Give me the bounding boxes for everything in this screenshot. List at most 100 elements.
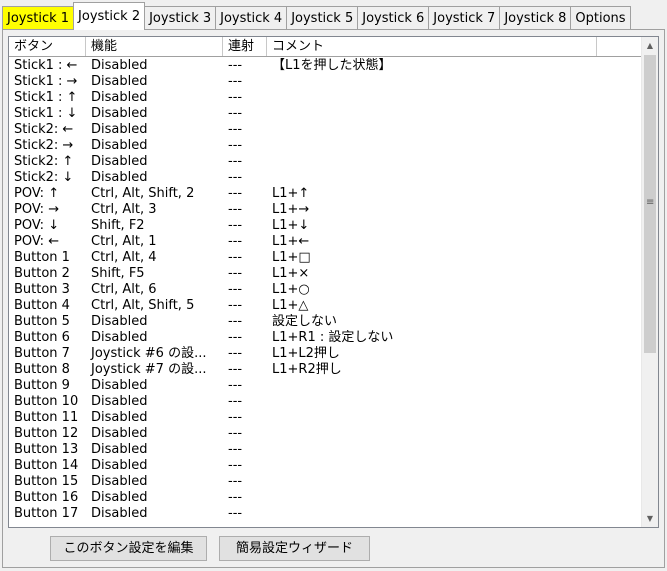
table-row[interactable]: Button 9 Disabled --- <box>9 378 641 394</box>
row-turbo-cell: --- <box>228 314 243 329</box>
row-turbo-cell: --- <box>228 234 243 249</box>
table-row[interactable]: Button 15 Disabled --- <box>9 474 641 490</box>
row-turbo-cell: --- <box>228 250 243 265</box>
row-button-cell: Stick2: → <box>14 138 74 153</box>
row-button-cell: Button 13 <box>14 442 79 457</box>
row-function-cell: Disabled <box>91 106 148 121</box>
table-row[interactable]: Button 5 Disabled --- 設定しない <box>9 314 641 330</box>
row-button-cell: Button 17 <box>14 506 79 521</box>
row-turbo-cell: --- <box>228 122 243 137</box>
tab-joystick-8[interactable]: Joystick 8 <box>499 6 572 30</box>
row-function-cell: Shift, F5 <box>91 266 145 281</box>
table-row[interactable]: POV: ← Ctrl, Alt, 1 --- L1+← <box>9 234 641 250</box>
row-function-cell: Disabled <box>91 314 148 329</box>
row-turbo-cell: --- <box>228 90 243 105</box>
row-turbo-cell: --- <box>228 186 243 201</box>
table-row[interactable]: Button 13 Disabled --- <box>9 442 641 458</box>
scroll-up-icon[interactable]: ▲ <box>642 37 658 54</box>
table-row[interactable]: POV: ↓ Shift, F2 --- L1+↓ <box>9 218 641 234</box>
row-comment-cell: L1+← <box>272 234 310 249</box>
table-row[interactable]: Stick2: → Disabled --- <box>9 138 641 154</box>
row-comment-cell: L1+R2押し <box>272 362 342 377</box>
row-button-cell: Stick1 : ↑ <box>14 90 78 105</box>
table-row[interactable]: Button 17 Disabled --- <box>9 506 641 522</box>
row-turbo-cell: --- <box>228 330 243 345</box>
table-row[interactable]: Stick2: ← Disabled --- <box>9 122 641 138</box>
tab-options[interactable]: Options <box>570 6 631 30</box>
tab-joystick-6[interactable]: Joystick 6 <box>357 6 430 30</box>
column-header-comment[interactable]: コメント <box>267 37 597 56</box>
row-comment-cell <box>267 394 597 410</box>
table-row[interactable]: Stick1 : ↓ Disabled --- <box>9 106 641 122</box>
table-row[interactable]: Button 7 Joystick #6 の設... --- L1+L2押し <box>9 346 641 362</box>
row-function-cell: Disabled <box>91 410 148 425</box>
tab-joystick-7[interactable]: Joystick 7 <box>428 6 501 30</box>
row-button-cell: Button 11 <box>14 410 79 425</box>
tab-joystick-3[interactable]: Joystick 3 <box>144 6 217 30</box>
row-function-cell: Disabled <box>91 442 148 457</box>
tab-joystick-1[interactable]: Joystick 1 <box>2 6 75 30</box>
vertical-scrollbar[interactable]: ▲ ≡ ▼ <box>641 37 658 527</box>
table-row[interactable]: Button 2 Shift, F5 --- L1+× <box>9 266 641 282</box>
row-comment-cell <box>267 74 597 90</box>
row-function-cell: Ctrl, Alt, Shift, 5 <box>91 298 195 313</box>
row-button-cell: Button 15 <box>14 474 79 489</box>
table-row[interactable]: Button 8 Joystick #7 の設... --- L1+R2押し <box>9 362 641 378</box>
row-button-cell: POV: ↑ <box>14 186 60 201</box>
row-turbo-cell: --- <box>228 218 243 233</box>
table-row[interactable]: Button 11 Disabled --- <box>9 410 641 426</box>
table-row[interactable]: Button 6 Disabled --- L1+R1 : 設定しない <box>9 330 641 346</box>
table-row[interactable]: Button 12 Disabled --- <box>9 426 641 442</box>
table-row[interactable]: POV: ↑ Ctrl, Alt, Shift, 2 --- L1+↑ <box>9 186 641 202</box>
row-button-cell: Stick1 : ↓ <box>14 106 78 121</box>
row-button-cell: Button 9 <box>14 378 70 393</box>
table-row[interactable]: Stick1 : → Disabled --- <box>9 74 641 90</box>
table-row[interactable]: Button 4 Ctrl, Alt, Shift, 5 --- L1+△ <box>9 298 641 314</box>
row-button-cell: Stick1 : → <box>14 74 78 89</box>
row-comment-cell: L1+△ <box>272 298 309 313</box>
row-turbo-cell: --- <box>228 442 243 457</box>
row-function-cell: Ctrl, Alt, 3 <box>91 202 157 217</box>
row-function-cell: Disabled <box>91 506 148 521</box>
scroll-down-icon[interactable]: ▼ <box>642 510 658 527</box>
column-header-turbo[interactable]: 連射 <box>223 37 267 56</box>
row-function-cell: Disabled <box>91 394 148 409</box>
tab-joystick-4[interactable]: Joystick 4 <box>215 6 288 30</box>
table-row[interactable]: Button 3 Ctrl, Alt, 6 --- L1+○ <box>9 282 641 298</box>
row-comment-cell: L1+× <box>272 266 310 281</box>
row-function-cell: Disabled <box>91 330 148 345</box>
row-turbo-cell: --- <box>228 138 243 153</box>
row-function-cell: Ctrl, Alt, 1 <box>91 234 157 249</box>
table-row[interactable]: Stick2: ↓ Disabled --- <box>9 170 641 186</box>
tab-joystick-5[interactable]: Joystick 5 <box>286 6 359 30</box>
setup-wizard-button[interactable]: 簡易設定ウィザード <box>219 536 370 561</box>
tab-joystick-2[interactable]: Joystick 2 <box>73 2 146 30</box>
column-header-function[interactable]: 機能 <box>86 37 223 56</box>
row-comment-cell: L1+R1 : 設定しない <box>272 330 394 345</box>
table-row[interactable]: Button 14 Disabled --- <box>9 458 641 474</box>
table-row[interactable]: Stick2: ↑ Disabled --- <box>9 154 641 170</box>
row-turbo-cell: --- <box>228 490 243 505</box>
button-list[interactable]: ボタン 機能 連射 コメント Stick1 : ← Disabled --- 【L1を… <box>8 36 659 528</box>
row-function-cell: Disabled <box>91 474 148 489</box>
row-turbo-cell: --- <box>228 298 243 313</box>
row-comment-cell <box>267 458 597 474</box>
row-function-cell: Disabled <box>91 58 148 73</box>
table-row[interactable]: Stick1 : ↑ Disabled --- <box>9 90 641 106</box>
row-function-cell: Ctrl, Alt, 4 <box>91 250 157 265</box>
table-row[interactable]: Button 16 Disabled --- <box>9 490 641 506</box>
row-comment-cell: L1+↓ <box>272 218 310 233</box>
table-row[interactable]: Stick1 : ← Disabled --- 【L1を押した状態】 <box>9 58 641 74</box>
table-row[interactable]: Button 10 Disabled --- <box>9 394 641 410</box>
table-row[interactable]: POV: → Ctrl, Alt, 3 --- L1+→ <box>9 202 641 218</box>
scroll-thumb[interactable]: ≡ <box>644 55 656 353</box>
row-turbo-cell: --- <box>228 362 243 377</box>
row-comment-cell: 設定しない <box>272 314 338 329</box>
row-turbo-cell: --- <box>228 74 243 89</box>
table-row[interactable]: Button 1 Ctrl, Alt, 4 --- L1+□ <box>9 250 641 266</box>
row-button-cell: Button 10 <box>14 394 79 409</box>
column-header-button[interactable]: ボタン <box>9 37 86 56</box>
edit-button-settings-button[interactable]: このボタン設定を編集 <box>50 536 207 561</box>
row-function-cell: Disabled <box>91 74 148 89</box>
row-turbo-cell: --- <box>228 394 243 409</box>
